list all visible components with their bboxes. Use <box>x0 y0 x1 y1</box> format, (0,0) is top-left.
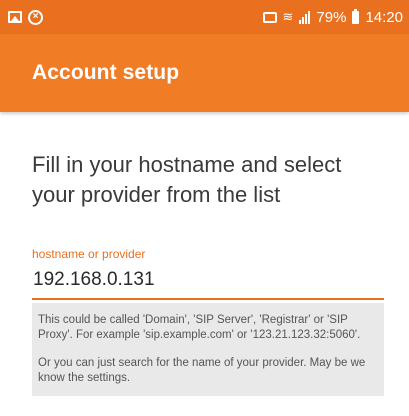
cast-icon <box>262 11 277 23</box>
setup-prompt: Fill in your hostname and select your pr… <box>32 152 342 207</box>
status-time: 14:20 <box>365 8 403 26</box>
app-bar-title: Account setup <box>32 61 180 84</box>
help-text-paragraph-1: This could be called 'Domain', 'SIP Serv… <box>38 314 361 341</box>
hostname-field: hostname or provider <box>32 247 384 300</box>
status-left-icons: × <box>8 9 43 25</box>
blocked-circle-icon: × <box>28 9 43 25</box>
battery-percent: 79% <box>316 8 347 26</box>
setup-content: Fill in your hostname and select your pr… <box>32 150 384 396</box>
image-icon <box>8 11 22 23</box>
status-bar: × ≋ 79% 14:20 <box>0 0 409 34</box>
help-text-paragraph-2: Or you can just search for the name of y… <box>38 357 366 384</box>
hostname-field-label: hostname or provider <box>32 247 146 261</box>
status-right-icons: ≋ 79% 14:20 <box>262 8 403 26</box>
app-bar: Account setup <box>0 34 409 112</box>
wifi-icon: ≋ <box>282 9 294 24</box>
hostname-input[interactable] <box>32 269 384 300</box>
help-box: This could be called 'Domain', 'SIP Serv… <box>32 303 384 396</box>
battery-icon <box>352 8 360 24</box>
signal-icon <box>299 10 311 24</box>
